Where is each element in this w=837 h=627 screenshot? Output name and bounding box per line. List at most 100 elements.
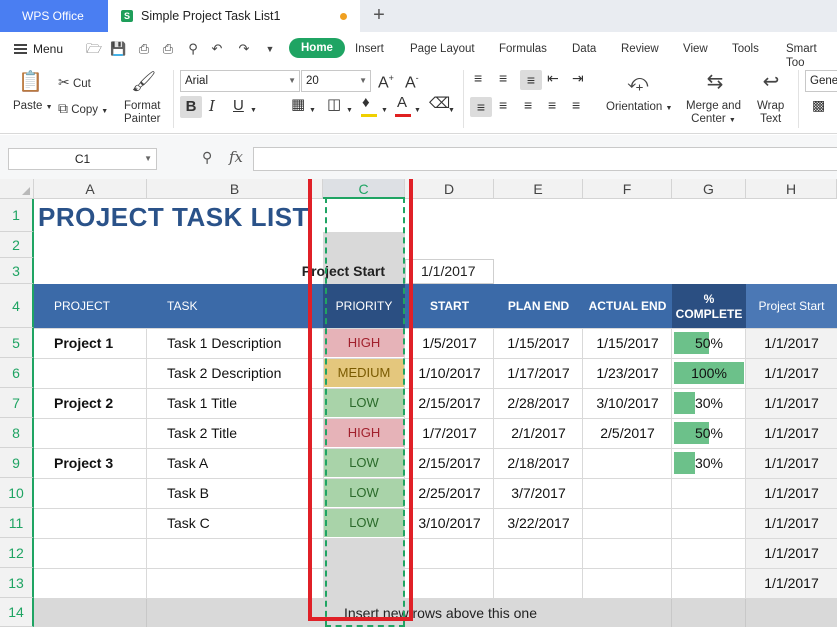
cell-plan-end[interactable]: 1/17/2017 bbox=[494, 358, 583, 388]
column-header-a[interactable]: A bbox=[34, 179, 147, 199]
increase-font-icon[interactable]: A+ bbox=[378, 72, 394, 91]
cell-task[interactable]: Task 2 Description bbox=[167, 358, 323, 388]
cell-task[interactable]: Task 2 Title bbox=[167, 418, 323, 448]
cell-task[interactable]: Task 1 Title bbox=[167, 388, 323, 418]
align-center-icon[interactable]: ≡ bbox=[499, 98, 507, 112]
column-header-g[interactable]: G bbox=[672, 179, 746, 199]
format-painter-button[interactable]: Format Painter bbox=[124, 100, 160, 126]
cell-start[interactable]: 2/15/2017 bbox=[405, 448, 494, 478]
wrap-text-button[interactable]: Wrap Text bbox=[757, 100, 784, 126]
underline-icon[interactable]: U bbox=[233, 98, 244, 113]
cell-plan-end[interactable] bbox=[494, 538, 583, 568]
row-header[interactable]: 7 bbox=[0, 388, 34, 418]
row-header[interactable]: 14 bbox=[0, 598, 34, 627]
cell-actual-end[interactable] bbox=[583, 508, 672, 538]
wrap-text-icon[interactable]: ↩ bbox=[759, 70, 783, 94]
cell-h[interactable]: 1/1/2017 bbox=[746, 358, 837, 388]
cell-actual-end[interactable]: 1/23/2017 bbox=[583, 358, 672, 388]
row-header[interactable]: 6 bbox=[0, 358, 34, 388]
chevron-down-icon[interactable]: ▼ bbox=[346, 104, 353, 117]
paste-icon[interactable]: 📋 bbox=[18, 70, 43, 94]
cell-start[interactable]: 1/5/2017 bbox=[405, 328, 494, 358]
row-header[interactable]: 3 bbox=[0, 258, 34, 284]
export-icon[interactable]: ⎙ bbox=[136, 41, 152, 57]
tab-wps-office[interactable]: WPS Office bbox=[0, 0, 108, 32]
column-header-b[interactable]: B bbox=[147, 179, 323, 199]
save-icon[interactable]: 💾 bbox=[110, 41, 126, 57]
redo-icon[interactable]: ↷ bbox=[236, 41, 252, 57]
fill-color-icon[interactable]: ♦ bbox=[362, 95, 370, 110]
orientation-icon[interactable]: ⤽ bbox=[626, 70, 650, 94]
align-bottom-icon[interactable]: ≡ bbox=[520, 70, 542, 90]
cell-project[interactable] bbox=[54, 538, 146, 568]
cell-complete[interactable]: 100% bbox=[672, 358, 746, 388]
cell-plan-end[interactable]: 2/18/2017 bbox=[494, 448, 583, 478]
align-top-icon[interactable]: ≡ bbox=[474, 71, 482, 85]
cell-complete[interactable]: 30% bbox=[672, 448, 746, 478]
cell-h[interactable]: 1/1/2017 bbox=[746, 538, 837, 568]
row-header[interactable]: 5 bbox=[0, 328, 34, 358]
cell-plan-end[interactable]: 3/22/2017 bbox=[494, 508, 583, 538]
row-header[interactable]: 8 bbox=[0, 418, 34, 448]
row-header[interactable]: 4 bbox=[0, 284, 34, 328]
menu-button[interactable]: Menu bbox=[14, 41, 63, 57]
copy-button[interactable]: ⧉ Copy ▼ bbox=[58, 100, 108, 118]
cell-project[interactable] bbox=[54, 478, 146, 508]
row-header[interactable]: 9 bbox=[0, 448, 34, 478]
tab-data[interactable]: Data bbox=[572, 42, 596, 56]
cell-start[interactable]: 2/15/2017 bbox=[405, 388, 494, 418]
cell-h[interactable]: 1/1/2017 bbox=[746, 508, 837, 538]
cell-project[interactable] bbox=[54, 568, 146, 598]
undo-icon[interactable]: ↶ bbox=[209, 41, 225, 57]
format-icon[interactable]: ▩ bbox=[812, 98, 825, 112]
row-header[interactable]: 2 bbox=[0, 232, 34, 258]
chevron-down-icon[interactable]: ▼ bbox=[448, 104, 455, 117]
cell-task[interactable] bbox=[167, 568, 323, 598]
cell-start[interactable] bbox=[405, 538, 494, 568]
decrease-font-icon[interactable]: A- bbox=[405, 72, 419, 91]
tab-page-layout[interactable]: Page Layout bbox=[410, 42, 475, 56]
italic-icon[interactable]: I bbox=[209, 99, 215, 114]
chevron-down-icon[interactable]: ▼ bbox=[309, 104, 316, 117]
align-left-icon[interactable]: ≡ bbox=[470, 97, 492, 117]
chevron-down-icon[interactable]: ▼ bbox=[381, 104, 388, 117]
tab-insert[interactable]: Insert bbox=[355, 42, 384, 56]
font-size-select[interactable]: 20 ▼ bbox=[301, 70, 371, 92]
cell-complete[interactable]: 50% bbox=[672, 418, 746, 448]
borders-icon[interactable]: ▦ bbox=[291, 97, 305, 112]
cell-plan-end[interactable]: 2/1/2017 bbox=[494, 418, 583, 448]
column-header-f[interactable]: F bbox=[583, 179, 672, 199]
column-header-h[interactable]: H bbox=[746, 179, 837, 199]
open-folder-icon[interactable]: 🗁 bbox=[86, 41, 102, 57]
cell-actual-end[interactable] bbox=[583, 448, 672, 478]
cut-button[interactable]: ✂ Cut bbox=[58, 74, 91, 91]
cell-plan-end[interactable]: 3/7/2017 bbox=[494, 478, 583, 508]
cell-complete[interactable] bbox=[672, 568, 746, 598]
row-header[interactable]: 1 bbox=[0, 199, 34, 232]
cell-task[interactable] bbox=[167, 538, 323, 568]
row-header[interactable]: 12 bbox=[0, 538, 34, 568]
row-header[interactable]: 11 bbox=[0, 508, 34, 538]
column-header-e[interactable]: E bbox=[494, 179, 583, 199]
tab-review[interactable]: Review bbox=[621, 42, 659, 56]
orientation-button[interactable]: Orientation ▼ bbox=[606, 101, 672, 115]
distributed-icon[interactable]: ≡ bbox=[572, 98, 580, 112]
cell-h[interactable]: 1/1/2017 bbox=[746, 328, 837, 358]
cell-actual-end[interactable]: 2/5/2017 bbox=[583, 418, 672, 448]
cell-actual-end[interactable] bbox=[583, 568, 672, 598]
formula-input[interactable] bbox=[253, 147, 837, 171]
cell-actual-end[interactable] bbox=[583, 538, 672, 568]
cell-start[interactable]: 2/25/2017 bbox=[405, 478, 494, 508]
cell-project[interactable] bbox=[54, 508, 146, 538]
indent-increase-icon[interactable]: ⇥ bbox=[572, 71, 584, 85]
number-format-select[interactable]: Gene bbox=[805, 70, 837, 92]
cell-h[interactable]: 1/1/2017 bbox=[746, 418, 837, 448]
justify-icon[interactable]: ≡ bbox=[548, 98, 556, 112]
cell-h[interactable]: 1/1/2017 bbox=[746, 568, 837, 598]
merge-center-icon[interactable]: ⇆ bbox=[703, 70, 727, 94]
cell-plan-end[interactable]: 1/15/2017 bbox=[494, 328, 583, 358]
cell-start[interactable]: 1/10/2017 bbox=[405, 358, 494, 388]
project-start-value[interactable]: 1/1/2017 bbox=[405, 259, 494, 284]
cell-complete[interactable]: 50% bbox=[672, 328, 746, 358]
select-all-corner[interactable] bbox=[0, 179, 34, 199]
